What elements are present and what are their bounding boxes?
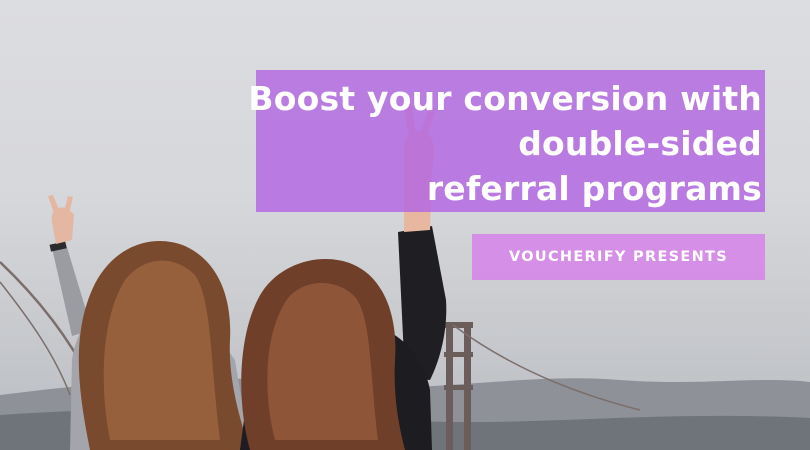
- headline-line-3: referral programs: [426, 169, 762, 208]
- person-left: [48, 195, 250, 450]
- banner: Boost your conversion with double-sided …: [0, 0, 810, 450]
- headline: Boost your conversion with double-sided …: [248, 76, 762, 211]
- photo-background: [0, 103, 810, 450]
- presenter-tag-label: VOUCHERIFY PRESENTS: [509, 249, 728, 265]
- headline-line-1: Boost your conversion with: [248, 79, 762, 118]
- headline-line-2: double-sided: [518, 124, 762, 163]
- presenter-tag: VOUCHERIFY PRESENTS: [472, 234, 765, 280]
